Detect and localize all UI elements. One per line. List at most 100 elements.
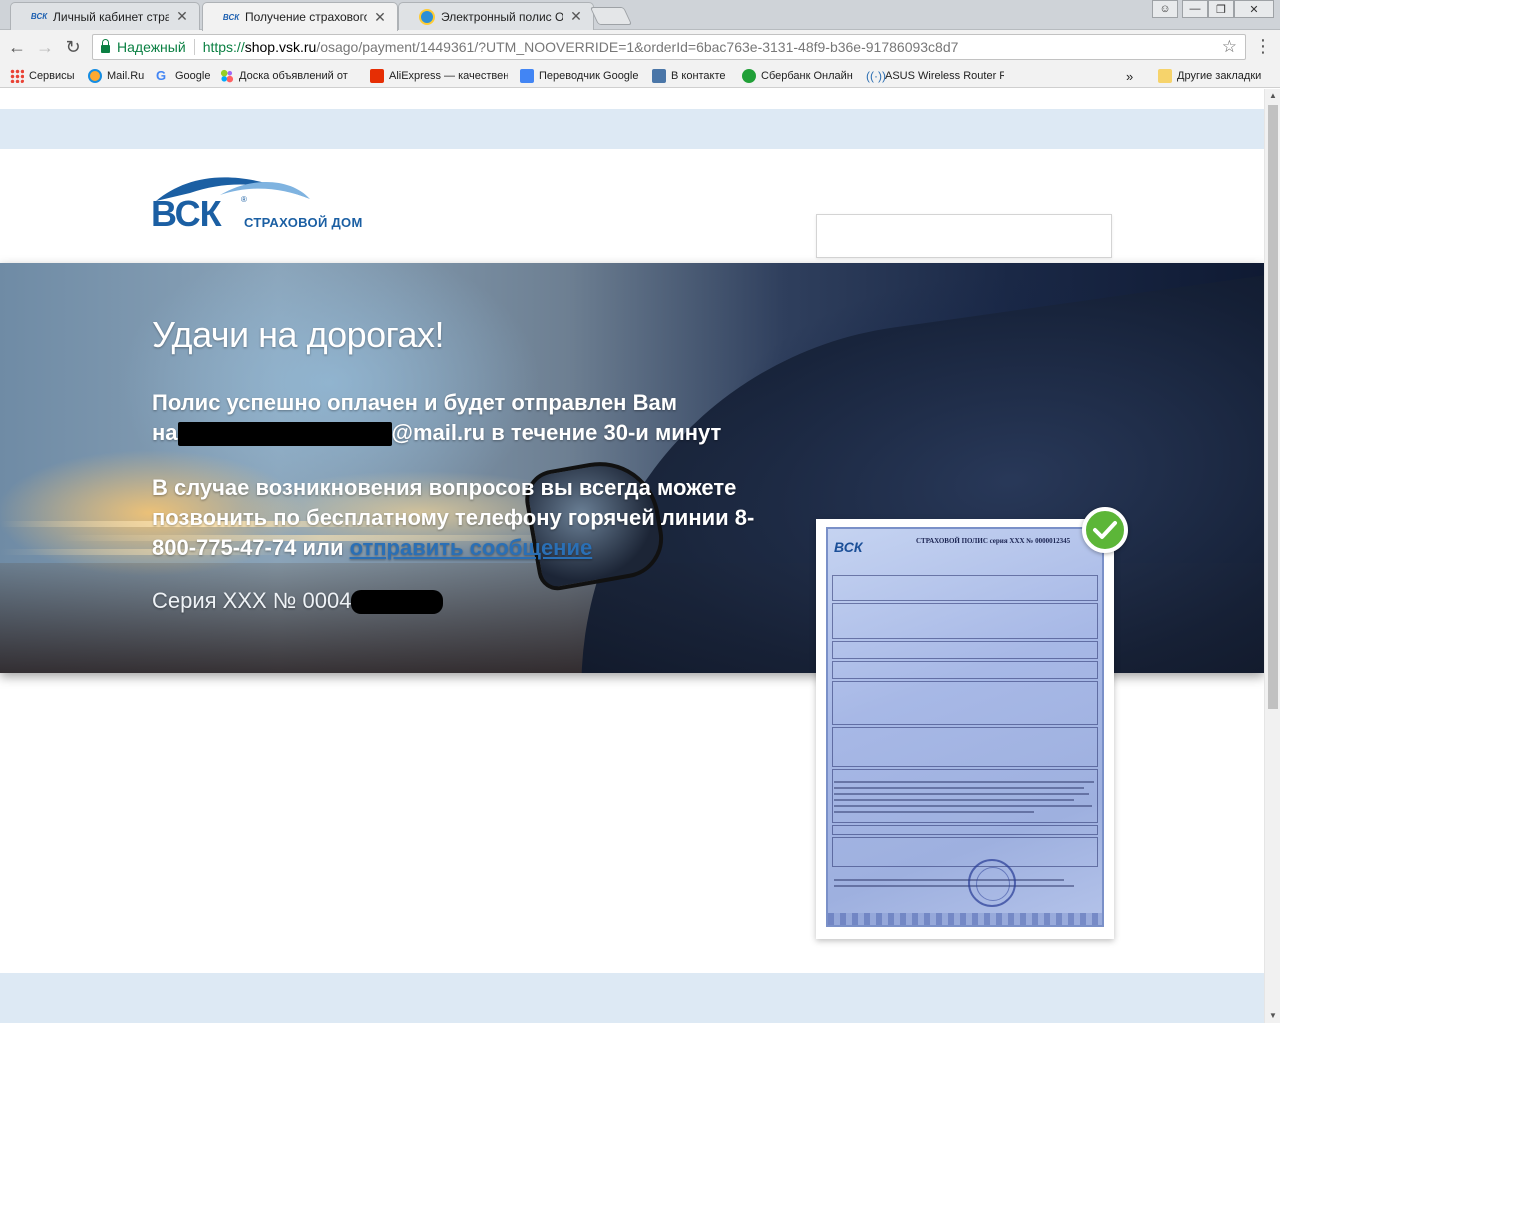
tab-electronic-policy[interactable]: Электронный полис ОСАГ ✕ [398,2,594,30]
bookmark-sberbank[interactable]: Сбербанк Онлайн [742,67,853,85]
tab-vsk-cabinet[interactable]: ВСК Личный кабинет страхов ✕ [10,2,200,30]
new-tab-button[interactable] [589,7,633,25]
scrollbar-thumb[interactable] [1268,105,1278,709]
stamp-seal-image [968,859,1016,907]
email-domain: @mail.ru [391,420,486,445]
bookmark-avito[interactable]: Доска объявлений от [220,67,358,85]
doc-section [832,603,1098,639]
doc-border-wave [828,913,1102,925]
bookmark-services[interactable]: Сервисы [10,67,75,85]
policy-document-image: ВСК СТРАХОВОЙ ПОЛИС серия ХХХ № 00000123… [826,527,1104,927]
policy-series-number: Серия ХХХ № 0004 [152,588,444,615]
tab-title: Личный кабинет страхов [53,9,169,24]
avito-icon [220,69,234,83]
reload-icon[interactable]: ↻ [62,36,84,58]
doc-logo: ВСК [834,539,863,555]
url-scheme: https:// [202,39,245,55]
series-label: Серия ХХХ № 0004 [152,588,352,613]
bookmark-other-folder[interactable]: Другие закладки [1158,67,1261,85]
redacted-number [351,590,444,615]
doc-text-line [834,787,1084,789]
tab-policy-receipt[interactable]: ВСК Получение страхового по ✕ [202,2,398,31]
doc-text-line [834,885,1074,887]
scroll-down-icon[interactable]: ▼ [1265,1009,1280,1023]
footer-band [0,973,1264,1023]
scroll-up-icon[interactable]: ▲ [1265,89,1280,103]
vsk-logo[interactable]: ВСК ® СТРАХОВОЙ ДОМ [150,171,380,234]
star-icon[interactable]: ☆ [1222,37,1237,57]
doc-section [832,681,1098,725]
divider [193,39,195,55]
close-icon[interactable]: ✕ [569,8,583,25]
doc-text-line [834,811,1034,813]
tab-title: Получение страхового по [245,10,367,24]
url-path: /osago/payment/1449361/?UTM_NOOVERRIDE=1… [316,39,959,55]
doc-text-line [834,793,1089,795]
bookmarks-bar: Сервисы Mail.Ru G Google Доска объявлени… [0,64,1280,88]
doc-section [832,769,1098,823]
close-icon[interactable]: ✕ [175,8,189,25]
page-viewport: ВСК ® СТРАХОВОЙ ДОМ Удачи на дорогах! По… [0,89,1264,1023]
globe-favicon [419,8,435,25]
profile-icon[interactable]: ☺ [1152,0,1178,18]
google-translate-icon [520,69,534,83]
bookmark-vk[interactable]: В контакте [652,67,726,85]
bookmark-google[interactable]: G Google [156,67,210,85]
close-icon[interactable]: ✕ [373,9,387,26]
bookmark-translate[interactable]: Переводчик Google [520,67,639,85]
bookmarks-overflow-button[interactable]: » [1126,67,1133,85]
support-info-text: В случае возникновения вопросов вы всегд… [152,473,772,563]
doc-title: СТРАХОВОЙ ПОЛИС серия ХХХ № 0000012345 [916,537,1071,545]
header-band [0,109,1264,149]
send-message-link[interactable]: отправить сообщение [350,535,593,560]
policy-preview-card[interactable]: ВСК СТРАХОВОЙ ПОЛИС серия ХХХ № 00000123… [816,519,1114,939]
minimize-button[interactable]: — [1182,0,1208,18]
url-host: shop.vsk.ru [244,39,317,55]
doc-section [832,727,1098,767]
forward-arrow-icon[interactable]: → [34,36,56,58]
redacted-email [177,422,392,447]
address-bar[interactable]: Надежный https:// shop.vsk.ru /osago/pay… [92,34,1246,60]
window-close-button[interactable]: ✕ [1234,0,1274,18]
wifi-icon: ((·)) [866,69,886,83]
aliexpress-icon [370,69,384,83]
doc-text-line [834,799,1074,801]
payment-line1: Полис успешно оплачен и будет отправлен … [152,390,677,415]
google-icon: G [156,68,167,83]
doc-section [832,825,1098,835]
doc-section [832,575,1098,601]
tab-strip: ВСК Личный кабинет страхов ✕ ВСК Получен… [0,0,1280,31]
vk-icon [652,69,666,83]
vsk-favicon: ВСК [222,12,240,22]
payment-prefix: на [152,420,178,445]
doc-text-line [834,805,1092,807]
restore-button[interactable]: ❐ [1208,0,1234,18]
menu-dots-icon[interactable]: ⋮ [1254,36,1272,58]
header-empty-box [816,214,1112,258]
mailru-icon [88,69,102,83]
folder-icon [1158,69,1172,83]
bookmark-asus-router[interactable]: ((·)) ASUS Wireless Router R [866,67,1004,85]
security-label[interactable]: Надежный [117,39,186,55]
doc-section [832,641,1098,659]
back-arrow-icon[interactable]: ← [6,36,28,58]
payment-suffix: в течение 30-и минут [485,420,722,445]
bookmark-aliexpress[interactable]: AliExpress — качествен [370,67,508,85]
logo-subtitle: СТРАХОВОЙ ДОМ [244,215,363,230]
doc-section [832,837,1098,867]
doc-section [832,661,1098,679]
browser-window: ВСК Личный кабинет страхов ✕ ВСК Получен… [0,0,1280,1024]
payment-confirmation-text: Полис успешно оплачен и будет отправлен … [152,388,772,448]
lock-icon [101,39,110,53]
bookmark-mailru[interactable]: Mail.Ru [88,67,144,85]
sberbank-icon [742,69,756,83]
page-scrollbar[interactable]: ▲ ▼ [1264,89,1280,1023]
browser-toolbar: ← → ↻ Надежный https:// shop.vsk.ru /osa… [0,30,1280,64]
doc-text-line [834,781,1094,783]
vsk-favicon: ВСК [30,12,48,21]
doc-text-line [834,879,1064,881]
hero-title: Удачи на дорогах! [152,314,445,355]
tab-title: Электронный полис ОСАГ [441,9,563,24]
apps-grid-icon [10,69,24,83]
logo-brand: ВСК [151,193,222,234]
